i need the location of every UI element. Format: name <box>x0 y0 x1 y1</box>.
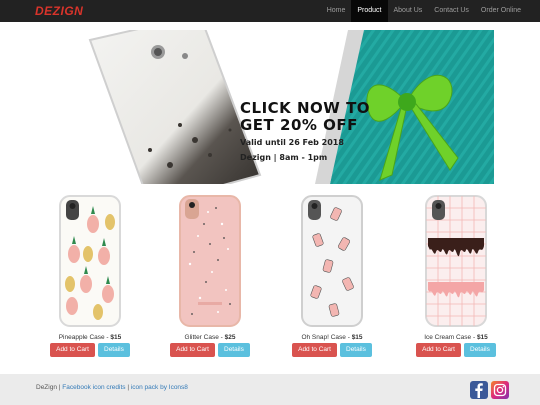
details-button[interactable]: Details <box>98 343 130 357</box>
icons8-credits-link[interactable]: icon pack by Icons8 <box>131 384 188 391</box>
product-caption: Glitter Case - $25 <box>184 334 236 341</box>
promo-banner[interactable]: CLICK NOW TO GET 20% OFF Valid until 26 … <box>30 30 494 184</box>
pineapple-case-image[interactable] <box>58 194 122 328</box>
add-to-cart-button[interactable]: Add to Cart <box>50 343 95 357</box>
nav-home[interactable]: Home <box>321 0 352 22</box>
oh-snap-case-image[interactable] <box>300 194 364 328</box>
banner-headline-2: GET 20% OFF <box>240 116 358 134</box>
product-name: Oh Snap! Case <box>301 334 346 341</box>
product-price: $15 <box>476 334 488 341</box>
product-price: $15 <box>110 334 122 341</box>
product-card: Glitter Case - $25 Add to Cart Details <box>150 194 270 357</box>
details-button[interactable]: Details <box>218 343 250 357</box>
product-name: Ice Cream Case <box>424 334 472 341</box>
add-to-cart-button[interactable]: Add to Cart <box>170 343 215 357</box>
product-caption: Pineapple Case - $15 <box>58 334 122 341</box>
nav-about-us[interactable]: About Us <box>388 0 429 22</box>
ice-cream-case-image[interactable] <box>424 194 488 328</box>
product-price: $15 <box>351 334 363 341</box>
brand-logo[interactable]: DEZIGN <box>35 4 83 18</box>
product-card: Ice Cream Case - $15 Add to Cart Details <box>396 194 516 357</box>
product-name: Glitter Case <box>184 334 219 341</box>
product-card: Pineapple Case - $15 Add to Cart Details <box>30 194 150 357</box>
footer-text: DeZign | Facebook icon credits | icon pa… <box>36 384 188 391</box>
navbar: DEZIGN Home Product About Us Contact Us … <box>0 0 540 22</box>
product-card: Oh Snap! Case - $15 Add to Cart Details <box>272 194 392 357</box>
banner-headline-1: CLICK NOW TO <box>240 99 371 117</box>
product-name: Pineapple Case <box>58 334 105 341</box>
glitter-case-image[interactable] <box>178 194 242 328</box>
product-price: $25 <box>224 334 236 341</box>
details-button[interactable]: Details <box>340 343 372 357</box>
footer-brand: DeZign <box>36 384 57 391</box>
facebook-icon[interactable] <box>470 381 488 399</box>
banner-text: CLICK NOW TO GET 20% OFF Valid until 26 … <box>240 100 370 164</box>
details-button[interactable]: Details <box>464 343 496 357</box>
footer: DeZign | Facebook icon credits | icon pa… <box>0 374 540 405</box>
product-caption: Ice Cream Case - $15 <box>424 334 488 341</box>
product-caption: Oh Snap! Case - $15 <box>301 334 363 341</box>
instagram-icon[interactable] <box>491 381 509 399</box>
banner-valid-date: Valid until 26 Feb 2018 <box>240 138 344 147</box>
main-nav: Home Product About Us Contact Us Order O… <box>321 0 527 22</box>
nav-product[interactable]: Product <box>351 0 388 22</box>
nav-contact-us[interactable]: Contact Us <box>428 0 475 22</box>
add-to-cart-button[interactable]: Add to Cart <box>292 343 337 357</box>
add-to-cart-button[interactable]: Add to Cart <box>416 343 461 357</box>
banner-hours: Dezign | 8am - 1pm <box>240 153 328 162</box>
facebook-credits-link[interactable]: Facebook icon credits <box>62 384 125 391</box>
nav-order-online[interactable]: Order Online <box>475 0 527 22</box>
